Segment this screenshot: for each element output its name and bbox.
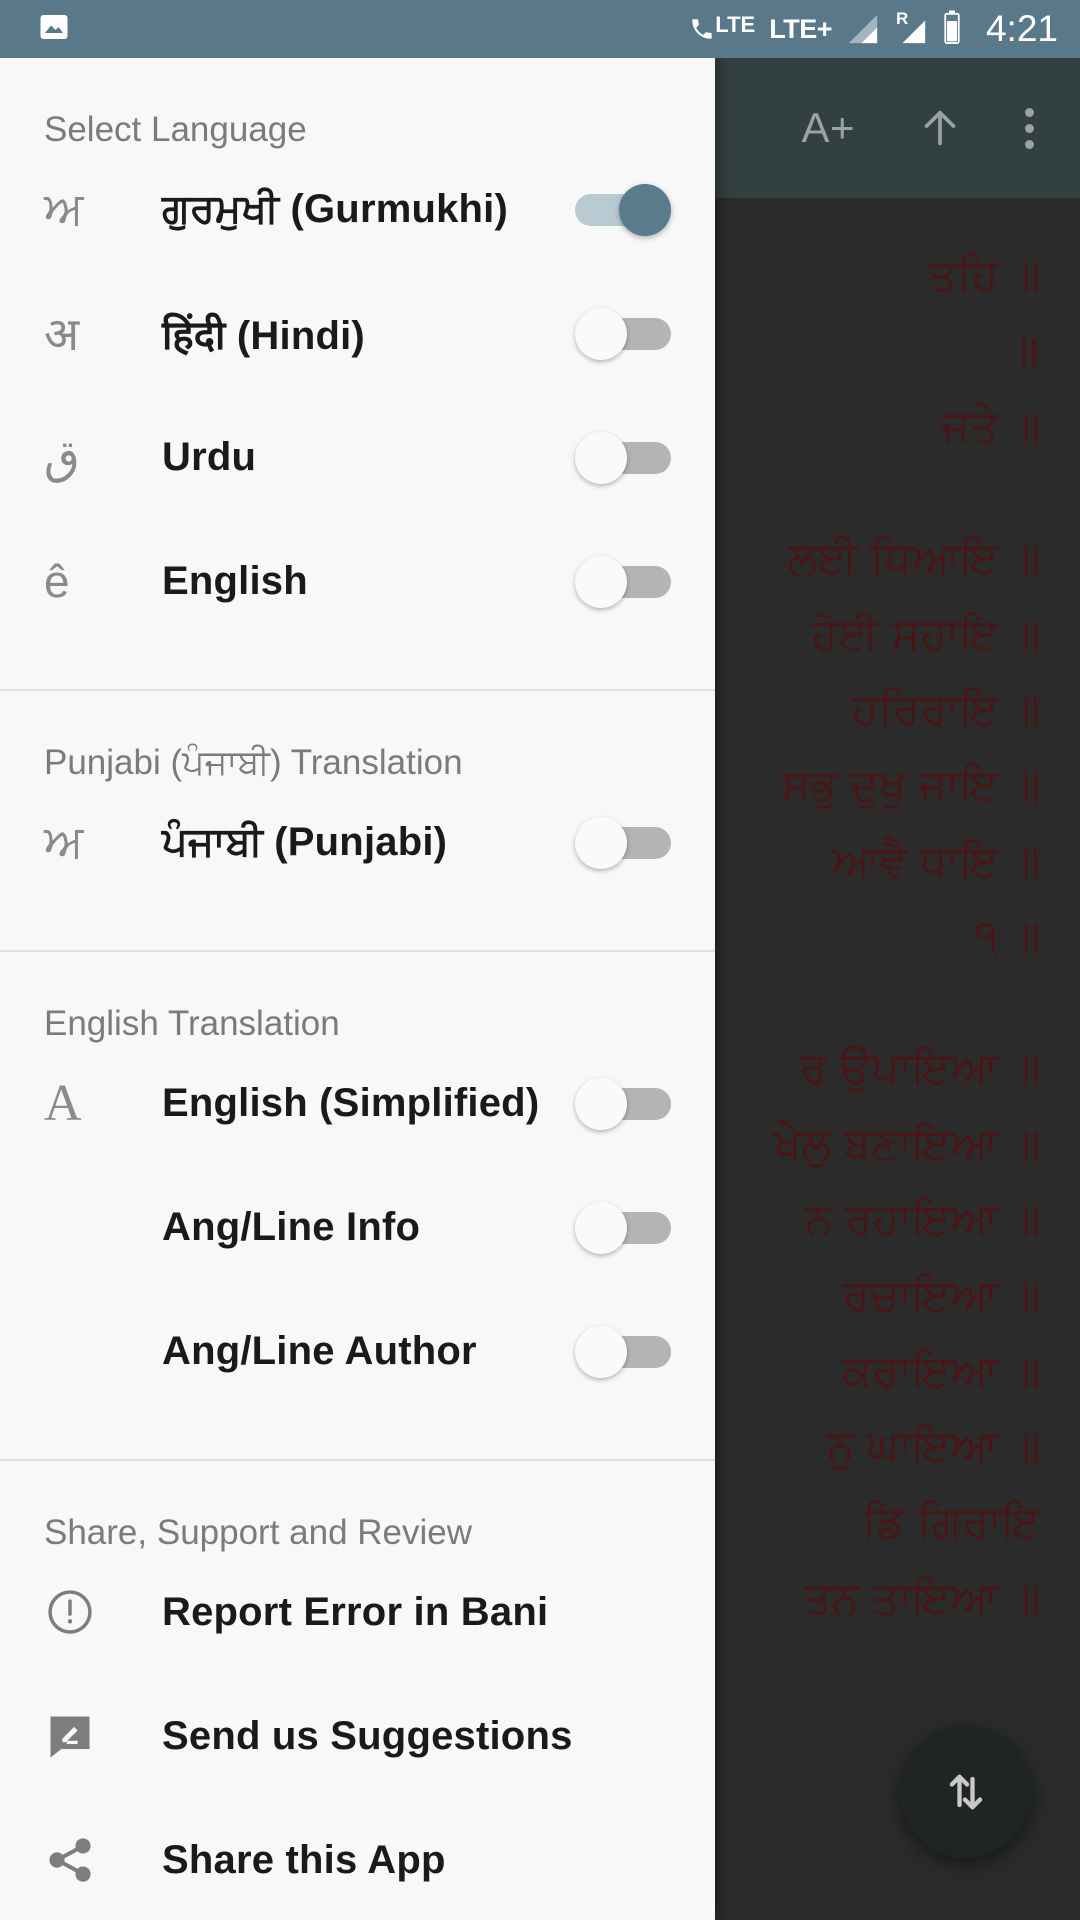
drawer-item-4-2[interactable]: Send us Suggestions (0, 1674, 715, 1798)
toggle-switch[interactable] (575, 180, 671, 238)
drawer-item-label: Urdu (162, 434, 257, 479)
clock-label: 4:21 (985, 8, 1058, 49)
drawer-item-1-2[interactable]: अ हिंदी (Hindi) (0, 271, 715, 395)
drawer-item-label: Report Error in Bani (162, 1589, 549, 1634)
drawer-item-3-2[interactable]: Ang/Line Info (0, 1165, 715, 1289)
toggle-thumb (575, 1078, 627, 1130)
feedback-icon (44, 1710, 162, 1762)
signal-bars-icon (846, 12, 880, 46)
drawer-item-label: ਗੁਰਮੁਖੀ (Gurmukhi) (162, 186, 509, 231)
more-vertical-icon[interactable] (1025, 107, 1034, 149)
drawer-item-1-3[interactable]: ق Urdu (0, 395, 715, 519)
drawer-item-3-1[interactable]: A English (Simplified) (0, 1041, 715, 1165)
drawer-item-3-3[interactable]: Ang/Line Author (0, 1289, 715, 1413)
error-circle-icon (44, 1586, 162, 1638)
toggle-thumb (575, 432, 627, 484)
drawer-item-label: ਪੰਜਾਬੀ (Punjabi) (162, 819, 448, 864)
toggle-thumb (575, 1202, 627, 1254)
toggle-thumb (619, 184, 671, 236)
status-bar: LTE LTE+ R 4:21 (0, 0, 1080, 58)
drawer-item-2-1[interactable]: ਅ ਪੰਜਾਬੀ (Punjabi) (0, 780, 715, 904)
toggle-switch[interactable] (575, 552, 671, 610)
toggle-thumb (575, 817, 627, 869)
toggle-thumb (575, 556, 627, 608)
toggle-thumb (575, 1326, 627, 1378)
lte-label: LTE (715, 12, 756, 37)
network-type-label: LTE+ (769, 13, 832, 44)
toggle-thumb (575, 308, 627, 360)
drawer-item-label: Share this App (162, 1837, 446, 1882)
drawer-item-4-3[interactable]: Share this App (0, 1798, 715, 1920)
section-header-4: Share, Support and Review (44, 1513, 473, 1552)
drawer-item-label: English (162, 558, 308, 603)
toggle-switch[interactable] (575, 428, 671, 486)
section-header-2: Punjabi (ਪੰਜਾਬੀ) Translation (44, 743, 463, 782)
drawer-item-1-4[interactable]: ê English (0, 519, 715, 643)
drawer-item-1-1[interactable]: ਅ ਗੁਰਮੁਖੀ (Gurmukhi) (0, 147, 715, 271)
roaming-label: R (895, 9, 909, 28)
toggle-switch[interactable] (575, 304, 671, 362)
swap-vertical-icon[interactable] (900, 1726, 1032, 1858)
latin-capital-a-icon: A (44, 1074, 82, 1132)
battery-icon (942, 9, 962, 50)
latin-letter-icon: ê (44, 555, 70, 607)
toggle-switch[interactable] (575, 1322, 671, 1380)
section-header-1: Select Language (44, 110, 307, 149)
roaming-signal-icon: R (894, 9, 928, 46)
drawer-item-label: Send us Suggestions (162, 1713, 573, 1758)
drawer-item-4-1[interactable]: Report Error in Bani (0, 1550, 715, 1674)
section-header-3: English Translation (44, 1004, 340, 1043)
drawer-item-label: Ang/Line Info (162, 1204, 421, 1249)
font-increase-button[interactable]: A+ (801, 104, 855, 152)
call-lte-icon: LTE (689, 14, 755, 44)
devanagari-letter-icon: अ (44, 308, 80, 360)
toggle-switch[interactable] (575, 813, 671, 871)
screen-root: A+ ਤਹਿ ॥ ॥ ਜਤੇ ॥ ਲਈ ਧਿਆਇ ॥ ਹੋਈ ਸਹਾਇ ॥ ਹਰਿਰਾਇ … (0, 0, 1080, 1920)
arrow-up-icon[interactable] (917, 105, 963, 151)
image-icon (36, 9, 72, 50)
navigation-drawer[interactable]: Select Language ਅ ਗੁਰਮੁਖੀ (Gurmukhi) अ हिंदी… (0, 58, 715, 1920)
drawer-item-label: Ang/Line Author (162, 1328, 477, 1373)
toggle-switch[interactable] (575, 1074, 671, 1132)
gurmukhi-letter-icon: ਅ (44, 182, 84, 234)
toggle-switch[interactable] (575, 1198, 671, 1256)
gurmukhi-letter-icon: ਅ (44, 815, 84, 867)
drawer-item-label: English (Simplified) (162, 1080, 540, 1125)
share-icon (44, 1834, 162, 1886)
arabic-letter-icon: ق (44, 431, 80, 483)
drawer-item-label: हिंदी (Hindi) (162, 313, 365, 358)
